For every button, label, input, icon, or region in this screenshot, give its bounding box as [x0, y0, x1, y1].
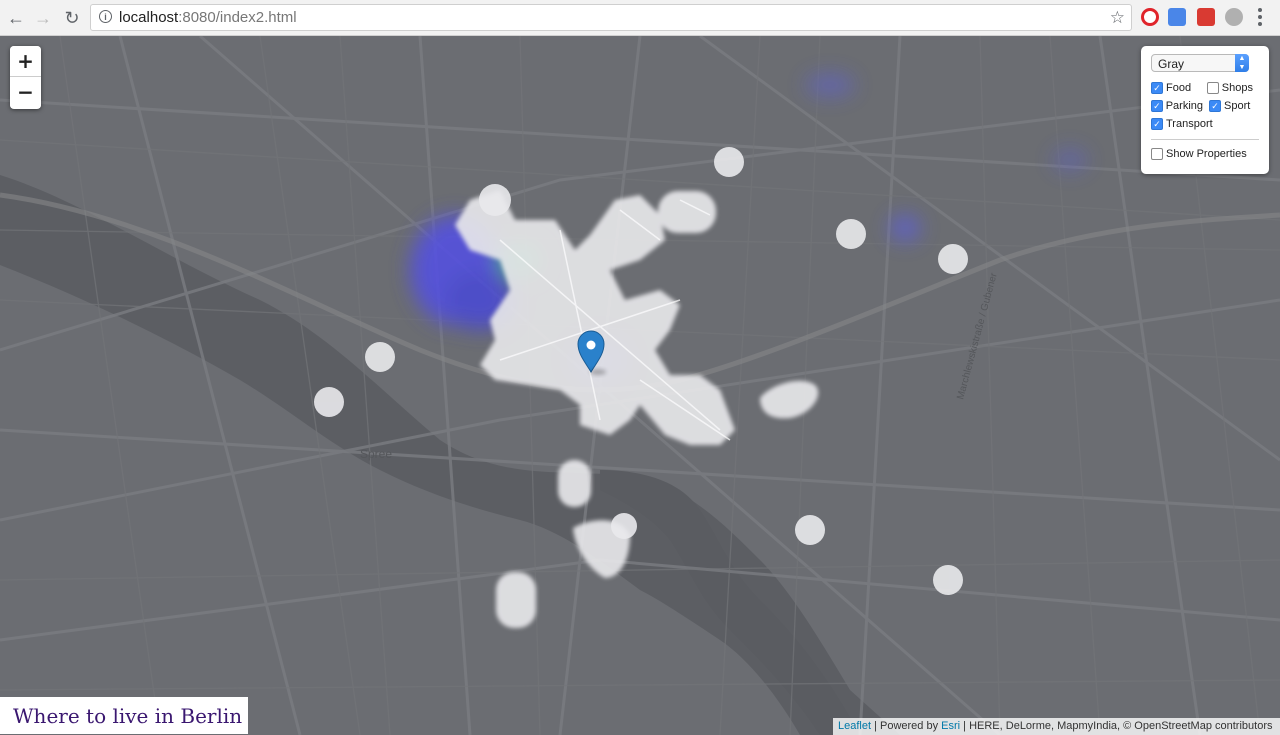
- unchecked-box-icon[interactable]: [1206, 82, 1219, 94]
- checkmark-icon[interactable]: ✓: [1151, 82, 1163, 94]
- map-tiles: Spree Marchlewskistraße / Gubener: [0, 36, 1280, 735]
- sport-checkbox[interactable]: ✓ Sport: [1209, 100, 1250, 112]
- parking-checkbox[interactable]: ✓ Parking: [1151, 100, 1203, 112]
- layer-divider: [1151, 139, 1259, 140]
- puzzle-extension-icon[interactable]: [1225, 8, 1243, 26]
- zoom-control: + −: [10, 46, 41, 109]
- basemap-select-value: Gray: [1158, 57, 1185, 71]
- show-properties-checkbox[interactable]: Show Properties: [1151, 148, 1247, 160]
- url-text: localhost:8080/index2.html: [119, 9, 297, 26]
- bookmark-star-icon[interactable]: ☆: [1110, 8, 1125, 28]
- food-label: Food: [1166, 82, 1192, 94]
- layer-control-panel: Gray ▲ ▼ ✓ Food Shops ✓ Parking ✓ Sport ✓ Tra…: [1141, 46, 1269, 174]
- transport-checkbox[interactable]: ✓ Transport: [1151, 118, 1213, 130]
- marker-shadow: [590, 369, 606, 375]
- parking-label: Parking: [1165, 100, 1203, 112]
- address-bar[interactable]: i localhost:8080/index2.html ☆: [90, 4, 1132, 31]
- attribution-powered-text: | Powered by: [871, 720, 942, 732]
- browser-toolbar: ← → ↻ i localhost:8080/index2.html ☆: [0, 0, 1280, 36]
- forward-arrow-icon[interactable]: →: [31, 6, 55, 30]
- map-title: Where to live in Berlin: [0, 697, 248, 734]
- esri-link[interactable]: Esri: [941, 720, 960, 732]
- menu-kebab-icon[interactable]: [1258, 8, 1262, 26]
- transport-label: Transport: [1166, 118, 1213, 130]
- reload-icon[interactable]: ↻: [60, 6, 84, 30]
- translate-extension-icon[interactable]: [1168, 8, 1186, 26]
- street-label-marchlewski: Marchlewskistraße / Gubener: [955, 271, 1000, 401]
- zoom-in-button[interactable]: +: [10, 46, 41, 77]
- basemap-select[interactable]: Gray ▲ ▼: [1151, 54, 1249, 72]
- river-branch: [600, 470, 860, 735]
- checkmark-icon[interactable]: ✓: [1151, 118, 1163, 130]
- back-arrow-icon[interactable]: ←: [4, 6, 28, 30]
- street-label-spree: Spree: [360, 447, 392, 461]
- opera-extension-icon[interactable]: [1141, 8, 1159, 26]
- zoom-out-button[interactable]: −: [10, 77, 41, 108]
- shops-checkbox[interactable]: Shops: [1206, 82, 1253, 94]
- select-arrows-icon: ▲ ▼: [1235, 54, 1249, 72]
- map-attribution: Leaflet | Powered by Esri | HERE, DeLorm…: [833, 718, 1280, 735]
- map-container[interactable]: Spree Marchlewskistraße / Gubener + − Gr…: [0, 36, 1280, 735]
- checkmark-icon[interactable]: ✓: [1209, 100, 1221, 112]
- sport-label: Sport: [1224, 100, 1251, 112]
- unchecked-box-icon[interactable]: [1151, 148, 1163, 160]
- info-icon[interactable]: i: [99, 10, 112, 23]
- shops-label: Shops: [1221, 82, 1253, 94]
- show-properties-label: Show Properties: [1166, 148, 1247, 160]
- attribution-sources-text: | HERE, DeLorme, MapmyIndia, © OpenStree…: [960, 720, 1273, 732]
- checkmark-icon[interactable]: ✓: [1151, 100, 1163, 112]
- food-checkbox[interactable]: ✓ Food: [1151, 82, 1201, 94]
- screen-extension-icon[interactable]: [1197, 8, 1215, 26]
- leaflet-link[interactable]: Leaflet: [838, 720, 871, 732]
